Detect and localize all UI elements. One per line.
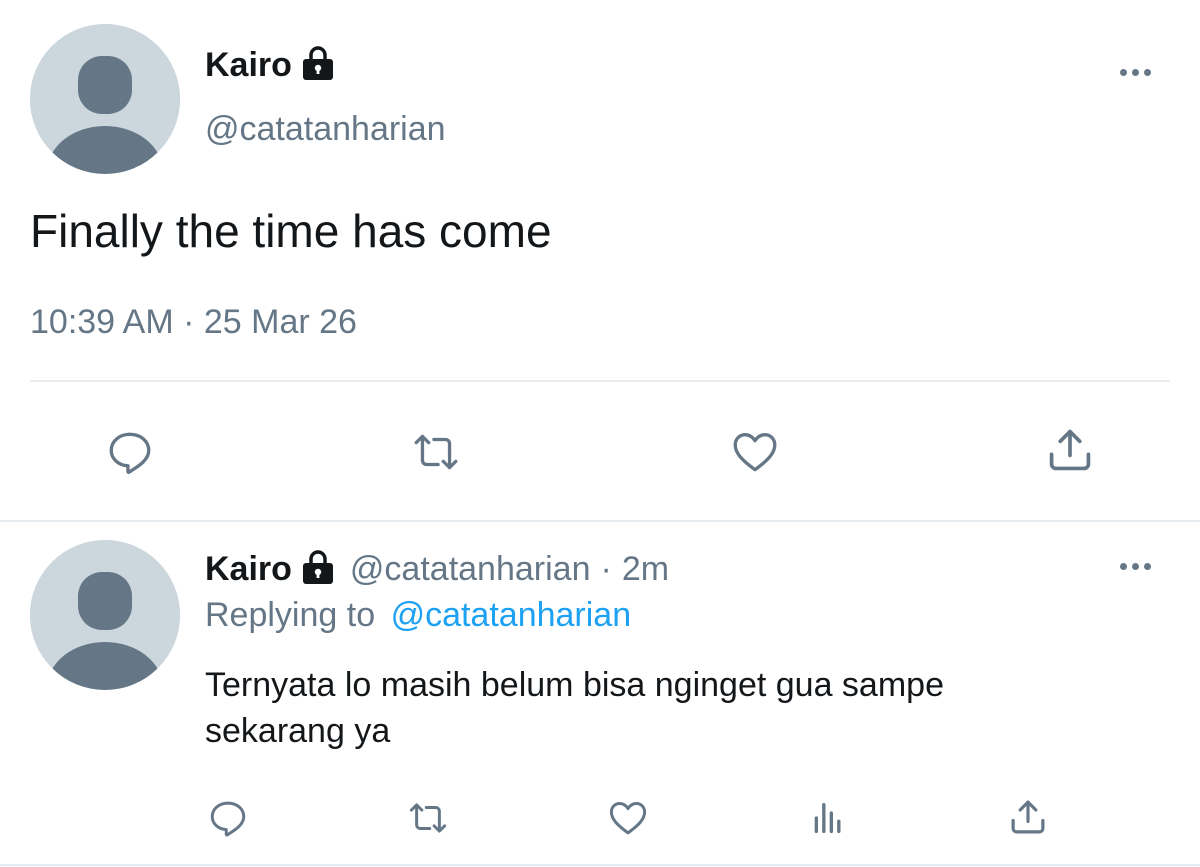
display-name[interactable]: Kairo	[205, 46, 292, 85]
more-options-icon[interactable]	[1120, 69, 1151, 76]
tweet-timestamp[interactable]: 10:39 AM · 25 Mar 26	[30, 303, 357, 342]
reply-share-button[interactable]	[1003, 793, 1053, 841]
reply-avatar[interactable]	[30, 540, 180, 690]
section-separator	[0, 864, 1200, 866]
default-avatar-icon	[30, 540, 180, 690]
reply-display-name[interactable]: Kairo	[205, 550, 292, 589]
like-icon	[609, 801, 647, 835]
reply-like-button[interactable]	[603, 795, 653, 841]
reply-button[interactable]	[100, 425, 160, 479]
author-handle[interactable]: @catatanharian	[205, 110, 446, 149]
share-button[interactable]	[1040, 422, 1100, 478]
reply-age[interactable]: 2m	[622, 550, 669, 589]
reply-text: Ternyata lo masih belum bisa nginget gua…	[205, 662, 944, 754]
divider	[30, 380, 1170, 382]
reply-header[interactable]: Kairo @catatanharian · 2m	[205, 548, 669, 590]
analytics-icon	[814, 803, 841, 833]
tweet-text: Finally the time has come	[30, 205, 552, 257]
reply-icon	[109, 432, 151, 474]
author-name-row[interactable]: Kairo	[205, 44, 336, 86]
lock-icon	[300, 548, 336, 591]
like-button[interactable]	[725, 425, 785, 479]
share-icon	[1011, 800, 1045, 834]
reply-analytics-button[interactable]	[803, 795, 853, 841]
replying-to-line: Replying to @catatanharian	[205, 596, 631, 635]
share-icon	[1049, 429, 1091, 471]
section-separator	[0, 520, 1200, 522]
reply-text-line: Ternyata lo masih belum bisa nginget gua…	[205, 666, 944, 704]
reply-reply-button[interactable]	[203, 795, 253, 841]
reply-icon	[210, 801, 246, 837]
retweet-icon	[409, 803, 447, 833]
reply-retweet-button[interactable]	[403, 795, 453, 841]
retweet-icon	[414, 434, 458, 470]
lock-icon	[300, 44, 336, 87]
reply-handle[interactable]: @catatanharian	[350, 550, 591, 589]
retweet-button[interactable]	[406, 425, 466, 479]
replying-to-label: Replying to	[205, 596, 376, 634]
replying-to-link[interactable]: @catatanharian	[391, 596, 632, 634]
more-options-icon[interactable]	[1120, 563, 1151, 570]
reply-text-line: sekarang ya	[205, 712, 391, 750]
like-icon	[733, 433, 777, 472]
avatar[interactable]	[30, 24, 180, 174]
dot-separator: ·	[600, 549, 612, 588]
default-avatar-icon	[30, 24, 180, 174]
